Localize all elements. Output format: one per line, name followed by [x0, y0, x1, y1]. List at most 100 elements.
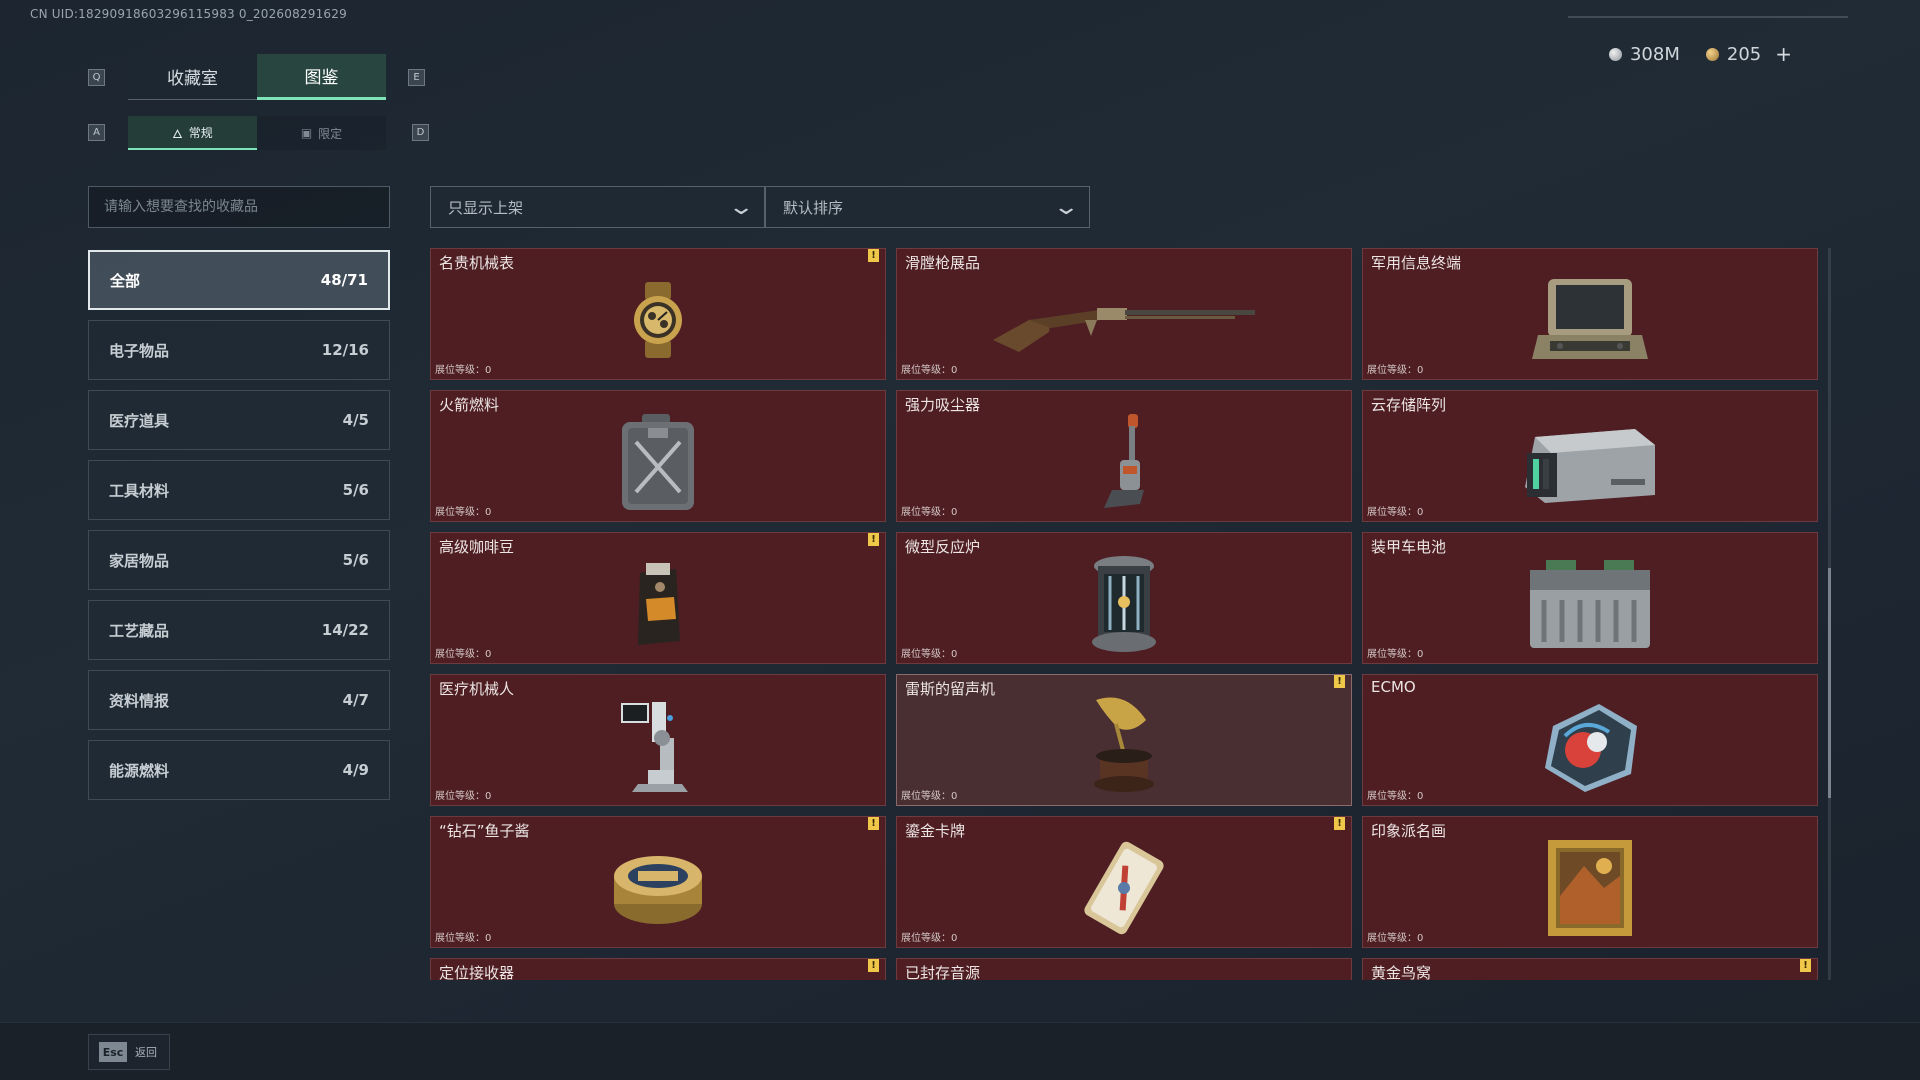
- item-level: 展位等级：0: [901, 365, 958, 376]
- category-crafts[interactable]: 工艺藏品 14/22: [88, 600, 390, 660]
- item-level: 展位等级：0: [901, 649, 958, 660]
- key-hint-a: A: [88, 124, 105, 141]
- category-intel[interactable]: 资料情报 4/7: [88, 670, 390, 730]
- collection-item-card[interactable]: 军用信息终端展位等级：0: [1362, 248, 1818, 380]
- gold-currency: 205 +: [1705, 42, 1792, 66]
- collection-item-card[interactable]: 雷斯的留声机 展位等级：0!: [896, 674, 1352, 806]
- reactor-icon: [1082, 552, 1166, 660]
- grid-scrollbar[interactable]: [1828, 248, 1831, 980]
- image-icon: ▣: [300, 126, 313, 140]
- silver-currency: 308M: [1608, 44, 1680, 65]
- tab-catalog[interactable]: 图鉴: [257, 54, 386, 100]
- shelf-filter-value: 只显示上架: [448, 198, 524, 217]
- subtab-limited[interactable]: ▣ 限定: [257, 116, 386, 150]
- collection-item-card[interactable]: 印象派名画 展位等级：0: [1362, 816, 1818, 948]
- esc-key-icon: Esc: [99, 1042, 127, 1062]
- chevron-down-icon: ⌄: [726, 194, 755, 220]
- category-all[interactable]: 全部 48/71: [88, 250, 390, 310]
- sub-tabs: 🜂 常规 ▣ 限定: [128, 116, 386, 150]
- item-name: 云存储阵列: [1371, 396, 1447, 414]
- item-name: 微型反应炉: [905, 538, 981, 556]
- robot-icon: [618, 698, 698, 798]
- category-energy[interactable]: 能源燃料 4/9: [88, 740, 390, 800]
- back-button[interactable]: Esc 返回: [88, 1034, 170, 1070]
- category-count: 5/6: [342, 551, 369, 569]
- add-currency-button[interactable]: +: [1775, 42, 1792, 66]
- category-household[interactable]: 家居物品 5/6: [88, 530, 390, 590]
- category-electronics[interactable]: 电子物品 12/16: [88, 320, 390, 380]
- collection-item-card[interactable]: 微型反应炉展位等级：0: [896, 532, 1352, 664]
- collection-item-card[interactable]: 云存储阵列展位等级：0: [1362, 390, 1818, 522]
- collection-item-card[interactable]: 装甲车电池 展位等级：0: [1362, 532, 1818, 664]
- new-flag-icon: !: [868, 817, 879, 830]
- item-level: 展位等级：0: [435, 365, 492, 376]
- category-count: 5/6: [342, 481, 369, 499]
- card-icon: [1074, 838, 1174, 942]
- item-level: 展位等级：0: [1367, 365, 1424, 376]
- collection-item-card[interactable]: “钻石”鱼子酱展位等级：0!: [430, 816, 886, 948]
- category-tools[interactable]: 工具材料 5/6: [88, 460, 390, 520]
- collection-item-card[interactable]: 黄金鸟窝!: [1362, 958, 1818, 980]
- sort-dropdown[interactable]: 默认排序 ⌄: [765, 186, 1090, 228]
- collection-item-card[interactable]: 医疗机械人 展位等级：0: [430, 674, 886, 806]
- category-label: 能源燃料: [109, 761, 170, 780]
- back-label: 返回: [135, 1046, 157, 1059]
- category-medical[interactable]: 医疗道具 4/5: [88, 390, 390, 450]
- key-hint-d: D: [412, 124, 429, 141]
- collection-item-card[interactable]: 高级咖啡豆 展位等级：0!: [430, 532, 886, 664]
- chevron-down-icon: ⌄: [1051, 194, 1080, 220]
- new-flag-icon: !: [868, 249, 879, 262]
- collection-item-card[interactable]: 定位接收器!: [430, 958, 886, 980]
- shelf-filter-dropdown[interactable]: 只显示上架 ⌄: [430, 186, 765, 228]
- item-level: 展位等级：0: [435, 791, 492, 802]
- terminal-icon: [1530, 275, 1650, 369]
- flame-icon: 🜂: [172, 126, 183, 141]
- main-tabs: 收藏室 图鉴: [128, 54, 386, 100]
- item-name: ECMO: [1371, 678, 1416, 696]
- item-level: 展位等级：0: [1367, 933, 1424, 944]
- currency-bar: 308M 205 +: [1608, 42, 1792, 66]
- category-count: 12/16: [321, 341, 369, 359]
- collection-item-card[interactable]: 滑膛枪展品 展位等级：0: [896, 248, 1352, 380]
- collection-item-card[interactable]: ECMO 展位等级：0: [1362, 674, 1818, 806]
- jerrycan-icon: [616, 412, 700, 516]
- subtab-regular-label: 常规: [188, 125, 213, 140]
- new-flag-icon: !: [1334, 675, 1345, 688]
- item-level: 展位等级：0: [435, 933, 492, 944]
- item-level: 展位等级：0: [1367, 791, 1424, 802]
- painting-icon: [1544, 836, 1636, 944]
- category-label: 工艺藏品: [109, 621, 170, 640]
- subtab-regular[interactable]: 🜂 常规: [128, 116, 257, 150]
- subtab-limited-label: 限定: [318, 126, 343, 141]
- key-hint-e: E: [408, 69, 425, 86]
- item-name: 鎏金卡牌: [905, 822, 966, 840]
- item-name: 军用信息终端: [1371, 254, 1462, 272]
- gold-amount: 205: [1726, 43, 1762, 65]
- item-name: 装甲车电池: [1371, 538, 1447, 556]
- grid-scrollbar-thumb[interactable]: [1828, 568, 1831, 798]
- item-name: 名贵机械表: [439, 254, 515, 272]
- storage-icon: [1515, 417, 1665, 511]
- search-input[interactable]: [88, 186, 390, 228]
- musket-icon: [989, 280, 1259, 364]
- gramophone-icon: [1086, 694, 1162, 802]
- tab-collection-room[interactable]: 收藏室: [128, 54, 257, 100]
- category-label: 工具材料: [109, 481, 170, 500]
- item-level: 展位等级：0: [901, 933, 958, 944]
- collection-item-card[interactable]: 已封存音源: [896, 958, 1352, 980]
- collection-item-card[interactable]: 名贵机械表展位等级：0!: [430, 248, 886, 380]
- gold-coin-icon: [1705, 47, 1719, 61]
- caviar-icon: [610, 846, 706, 934]
- category-label: 家居物品: [109, 551, 170, 570]
- new-flag-icon: !: [1334, 817, 1345, 830]
- item-level: 展位等级：0: [1367, 507, 1424, 518]
- collection-item-card[interactable]: 强力吸尘器 展位等级：0: [896, 390, 1352, 522]
- category-count: 4/7: [342, 691, 369, 709]
- collection-item-card[interactable]: 火箭燃料 展位等级：0: [430, 390, 886, 522]
- item-name: “钻石”鱼子酱: [439, 822, 530, 840]
- item-level: 展位等级：0: [435, 507, 492, 518]
- silver-coin-icon: [1608, 47, 1622, 61]
- collection-item-card[interactable]: 鎏金卡牌展位等级：0!: [896, 816, 1352, 948]
- category-label: 资料情报: [109, 691, 170, 710]
- item-name: 黄金鸟窝: [1371, 964, 1432, 980]
